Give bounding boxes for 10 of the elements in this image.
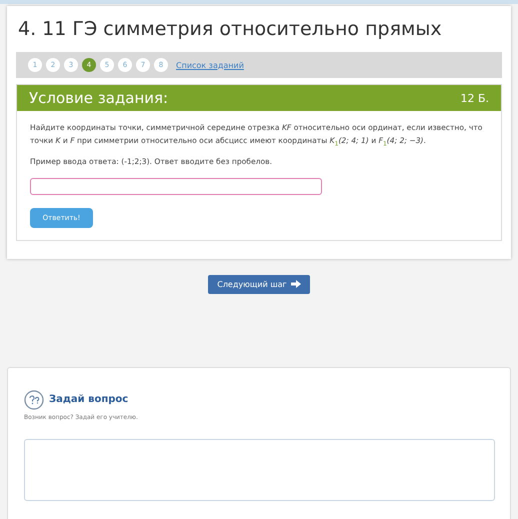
question-field[interactable]: [24, 438, 495, 501]
arrow-right-icon: [290, 280, 301, 288]
points-label: 12 Б.: [460, 92, 489, 104]
task-list-link[interactable]: Список заданий: [176, 60, 244, 70]
question-bubble-icon: [24, 390, 44, 410]
ask-title: Задай вопрос: [49, 394, 128, 406]
answer-field[interactable]: [30, 178, 322, 195]
next-step-button[interactable]: Следующий шаг: [208, 274, 310, 294]
task-header-title: Условие задания:: [29, 89, 168, 107]
page-title: 4. 11 ГЭ симметрия относительно прямых: [18, 18, 443, 40]
